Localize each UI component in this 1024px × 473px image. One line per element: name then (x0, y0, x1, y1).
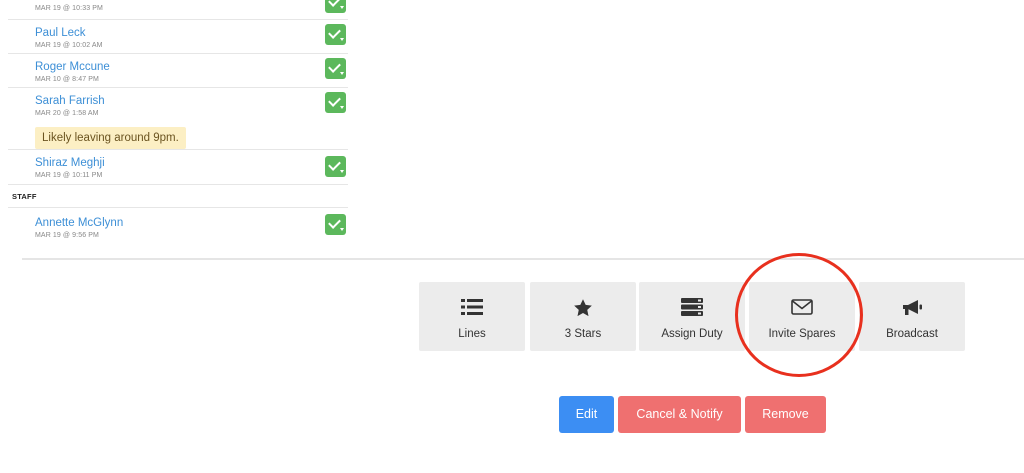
list-item: Annette McGlynn MAR 19 @ 9:56 PM (8, 208, 348, 242)
member-note: Likely leaving around 9pm. (35, 127, 186, 149)
member-name[interactable]: Sarah Farrish (35, 92, 348, 108)
assign-duty-label: Assign Duty (661, 328, 723, 340)
three-stars-label: 3 Stars (564, 328, 602, 340)
caret-down-icon (340, 170, 344, 173)
check-icon (328, 94, 341, 107)
assign-duty-button[interactable]: Assign Duty (639, 282, 745, 351)
section-divider (22, 258, 1024, 260)
staff-section-header: STAFF (8, 185, 348, 208)
broadcast-button[interactable]: Broadcast (859, 282, 965, 351)
roster-list: MAR 19 @ 10:33 PM Paul Leck MAR 19 @ 10:… (8, 0, 348, 242)
broadcast-label: Broadcast (886, 328, 938, 340)
check-icon (328, 216, 341, 229)
member-name[interactable]: Paul Leck (35, 24, 348, 40)
response-time: MAR 19 @ 10:33 PM (35, 5, 103, 12)
caret-down-icon (340, 228, 344, 231)
lines-button[interactable]: Lines (419, 282, 525, 351)
invite-spares-button[interactable]: Invite Spares (749, 282, 855, 351)
caret-down-icon (340, 72, 344, 75)
list-item: Sarah Farrish MAR 20 @ 1:58 AM Likely le… (8, 88, 348, 150)
star-icon (530, 298, 636, 318)
check-icon (328, 158, 341, 171)
response-time: MAR 10 @ 8:47 PM (35, 76, 99, 83)
caret-down-icon (340, 38, 344, 41)
caret-down-icon (340, 6, 344, 9)
member-name[interactable]: Roger Mccune (35, 58, 348, 74)
list-item: Paul Leck MAR 19 @ 10:02 AM (8, 20, 348, 54)
list-icon (419, 298, 525, 318)
confirmed-checkbox[interactable] (325, 24, 346, 45)
list-item: Shiraz Meghji MAR 19 @ 10:11 PM (8, 150, 348, 185)
confirmed-checkbox[interactable] (325, 0, 346, 13)
response-time: MAR 19 @ 9:56 PM (35, 232, 99, 239)
server-icon (639, 298, 745, 318)
member-name[interactable]: Annette McGlynn (35, 214, 348, 230)
confirmed-checkbox[interactable] (325, 58, 346, 79)
remove-button[interactable]: Remove (745, 396, 826, 433)
three-stars-button[interactable]: 3 Stars (530, 282, 636, 351)
confirmed-checkbox[interactable] (325, 214, 346, 235)
response-time: MAR 19 @ 10:11 PM (35, 172, 103, 179)
response-time: MAR 19 @ 10:02 AM (35, 42, 103, 49)
edit-button[interactable]: Edit (559, 396, 614, 433)
check-icon (328, 0, 341, 7)
bullhorn-icon (859, 298, 965, 318)
check-icon (328, 26, 341, 39)
response-time: MAR 20 @ 1:58 AM (35, 110, 99, 117)
cancel-notify-button[interactable]: Cancel & Notify (618, 396, 741, 433)
lines-label: Lines (458, 328, 486, 340)
check-icon (328, 60, 341, 73)
caret-down-icon (340, 106, 344, 109)
invite-spares-label: Invite Spares (768, 328, 836, 340)
confirmed-checkbox[interactable] (325, 156, 346, 177)
list-item: MAR 19 @ 10:33 PM (8, 0, 348, 20)
list-item: Roger Mccune MAR 10 @ 8:47 PM (8, 54, 348, 88)
confirmed-checkbox[interactable] (325, 92, 346, 113)
member-name[interactable]: Shiraz Meghji (35, 154, 348, 170)
envelope-icon (749, 298, 855, 318)
